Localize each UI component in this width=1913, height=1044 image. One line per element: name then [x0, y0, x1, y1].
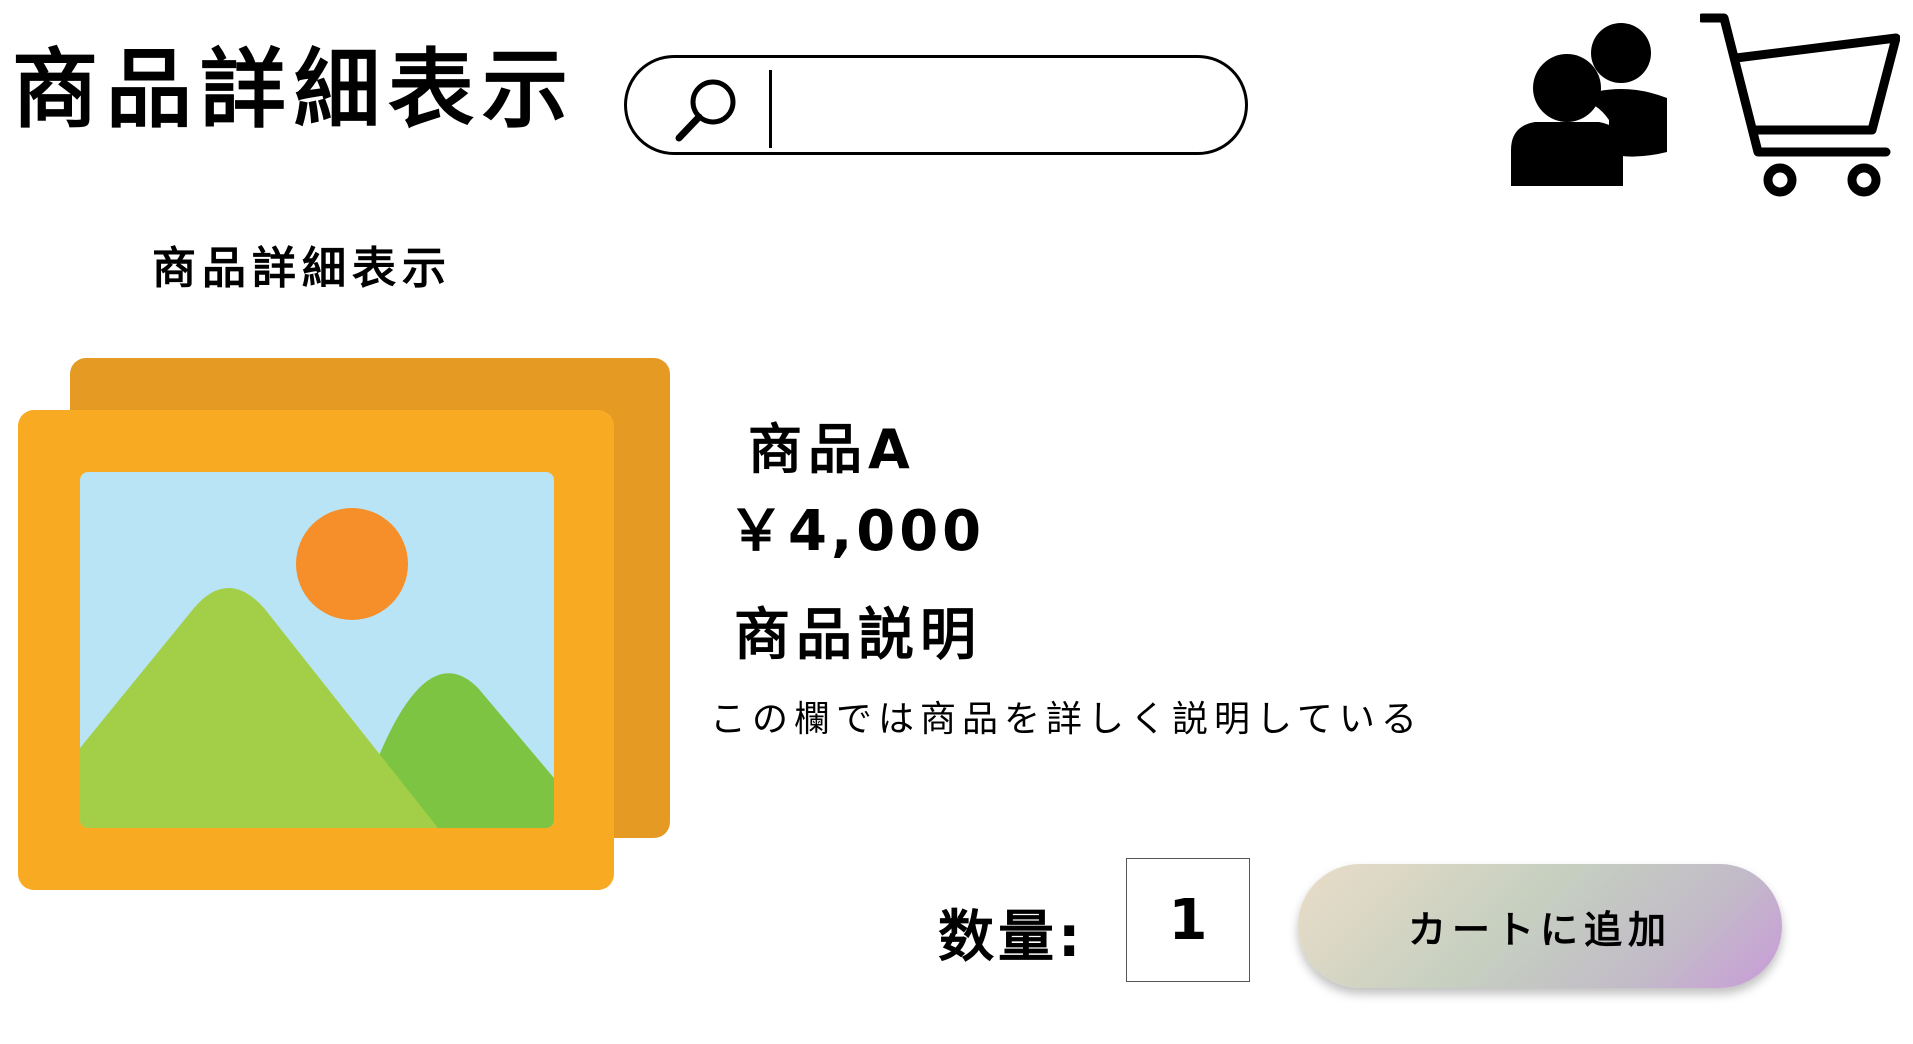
search-bar[interactable] — [624, 55, 1248, 155]
add-to-cart-button[interactable]: カートに追加 — [1298, 864, 1782, 988]
search-icon[interactable] — [669, 72, 745, 148]
description-heading: 商品説明 — [734, 603, 982, 668]
app-title: 商品詳細表示 — [12, 40, 576, 140]
shopping-cart-icon[interactable] — [1700, 12, 1900, 198]
product-description: この欄では商品を詳しく説明している — [710, 699, 1423, 740]
users-icon[interactable] — [1505, 10, 1673, 186]
search-input[interactable] — [763, 68, 1217, 144]
product-name: 商品A — [748, 418, 916, 481]
quantity-input[interactable] — [1126, 858, 1250, 982]
image-placeholder-icon — [18, 358, 670, 890]
product-price: ￥4,000 — [728, 499, 986, 564]
quantity-label: 数量: — [938, 905, 1085, 970]
page-subtitle: 商品詳細表示 — [152, 243, 452, 294]
